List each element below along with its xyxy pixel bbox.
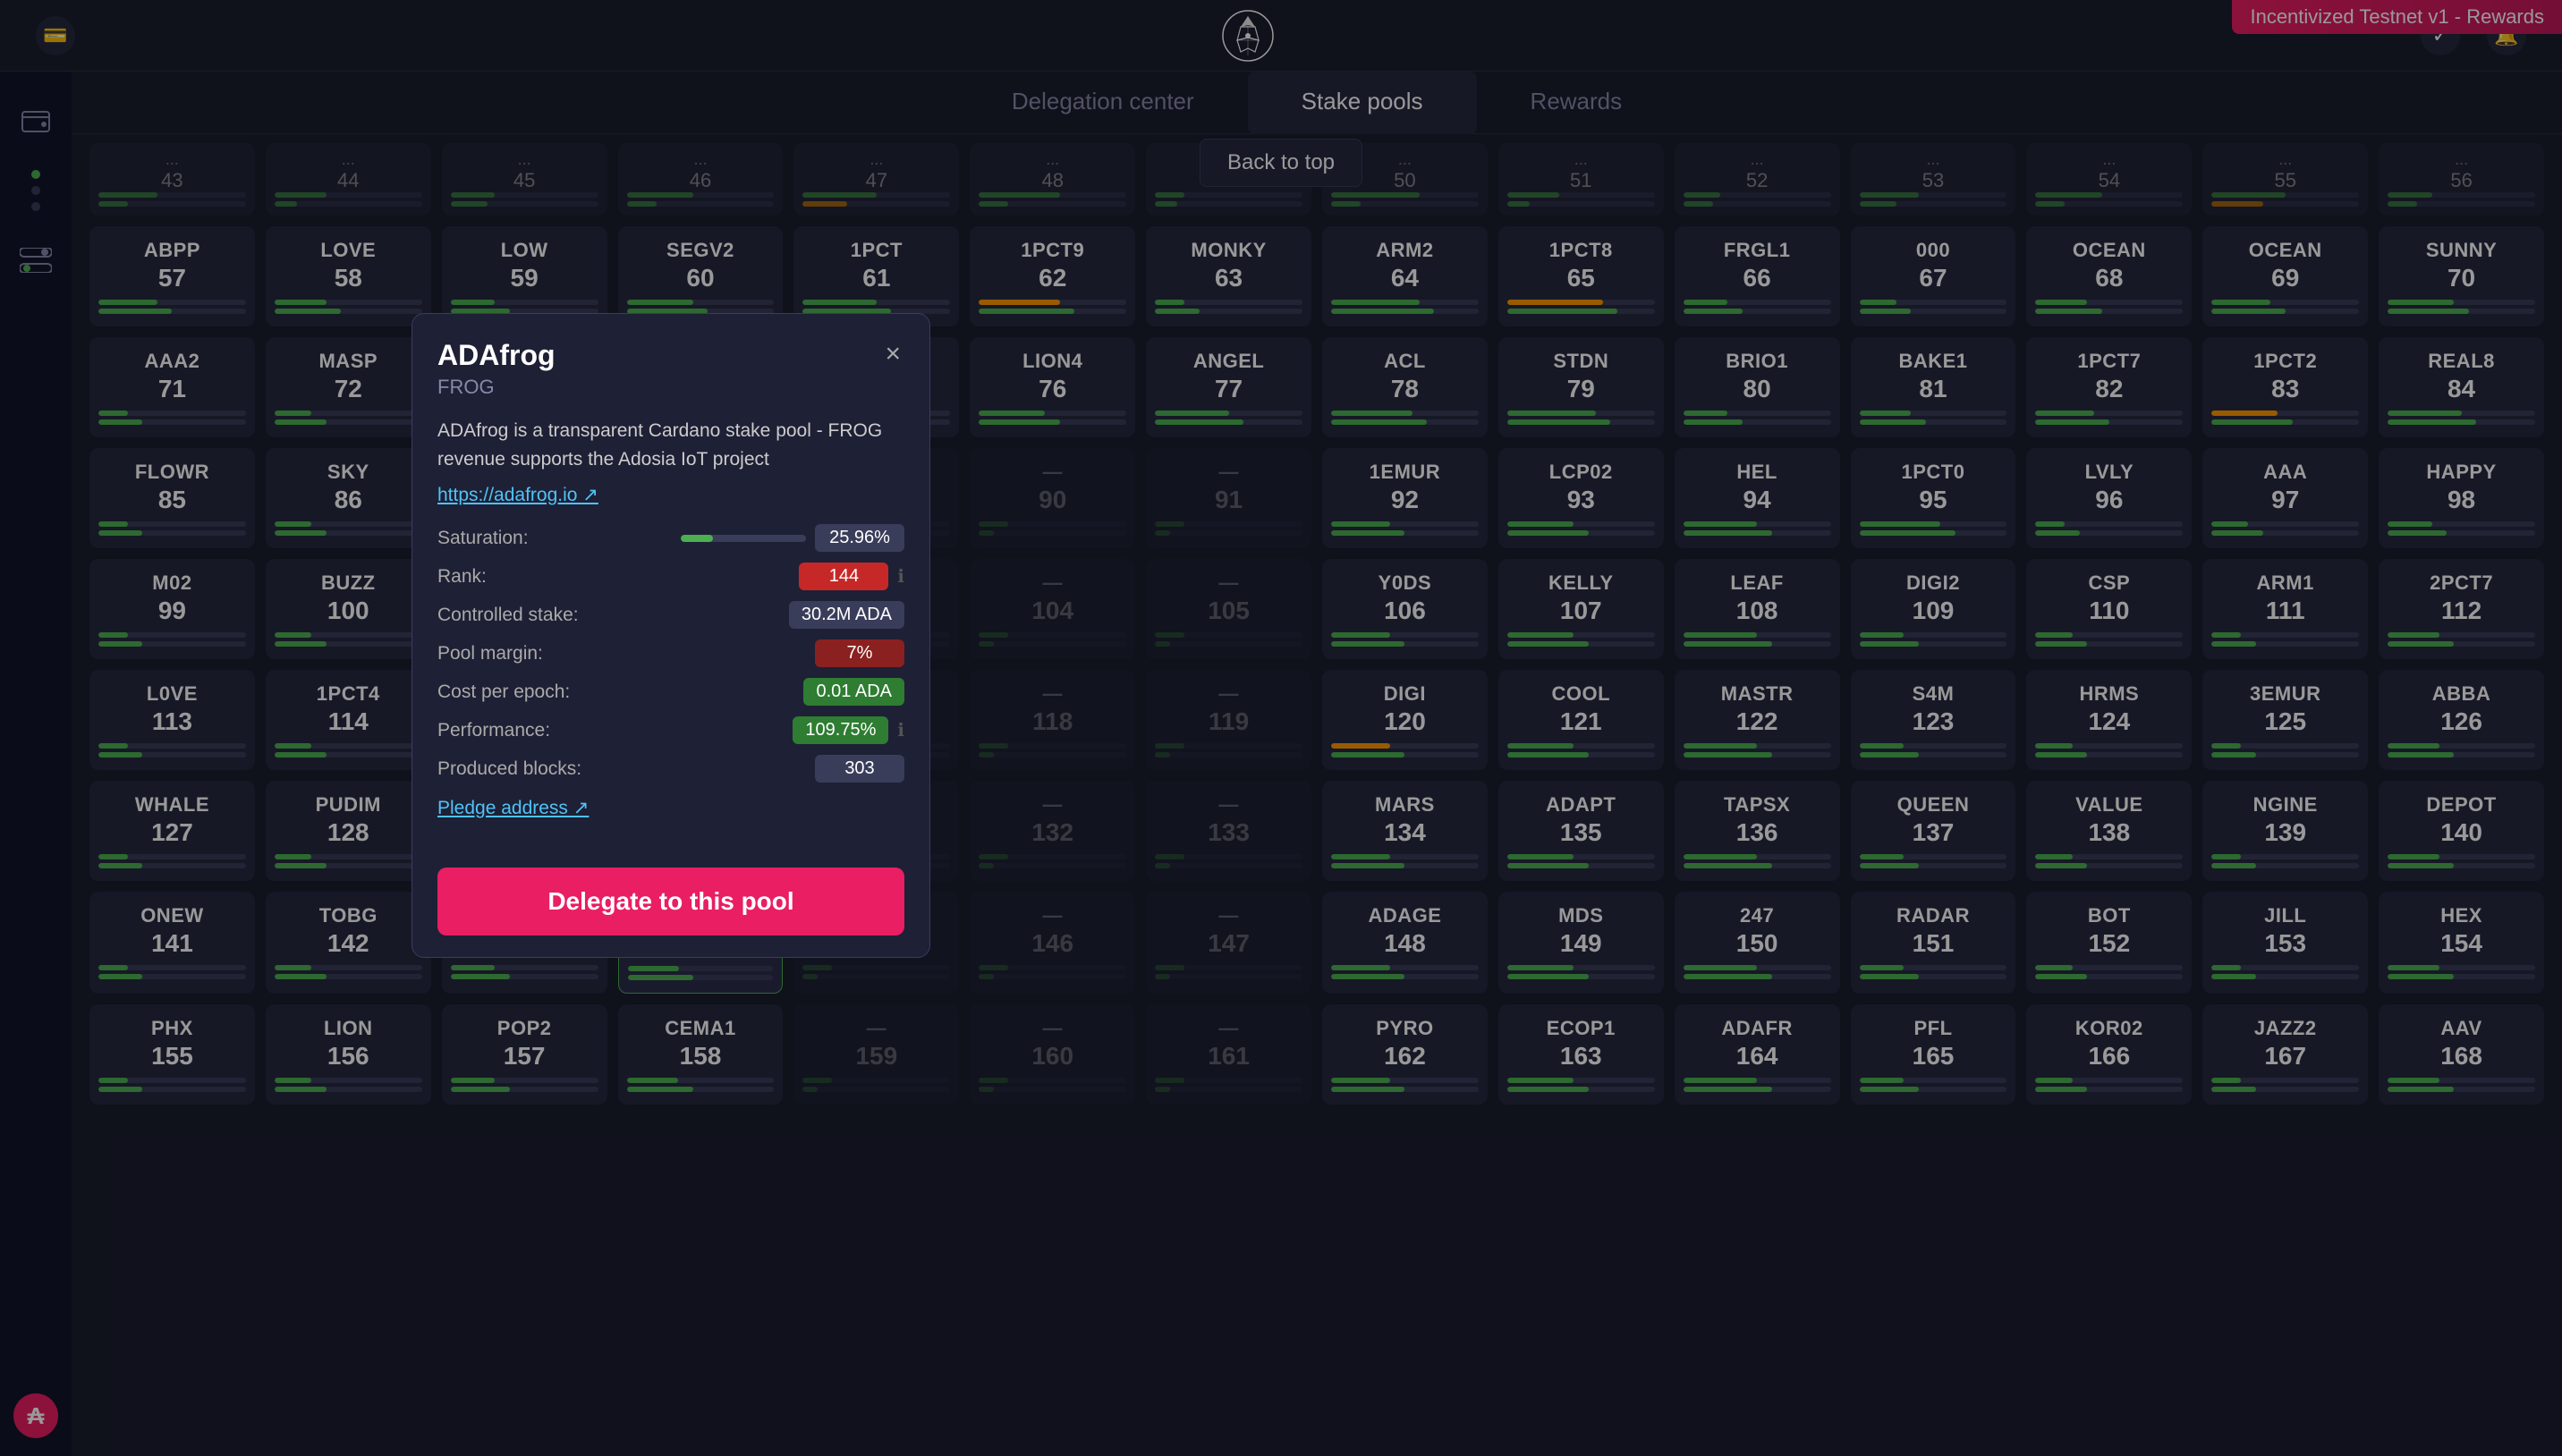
saturation-fill <box>681 535 713 542</box>
modal-body: ADAfrog is a transparent Cardano stake p… <box>412 408 929 855</box>
rank-info-icon: ℹ <box>897 565 904 588</box>
controlled-stake-label: Controlled stake: <box>437 605 789 626</box>
produced-blocks-value: 303 <box>815 755 904 783</box>
pool-modal: ADAfrog FROG × ADAfrog is a transparent … <box>411 313 930 958</box>
modal-overlay[interactable] <box>0 0 2562 1456</box>
pool-margin-value: 7% <box>815 639 904 667</box>
rank-value: 144 <box>799 563 888 590</box>
modal-link[interactable]: https://adafrog.io ↗ <box>437 484 904 506</box>
modal-subtitle: FROG <box>437 376 556 399</box>
modal-description: ADAfrog is a transparent Cardano stake p… <box>437 417 904 473</box>
modal-title: ADAfrog <box>437 339 556 372</box>
produced-blocks-value-container: 303 <box>815 755 904 783</box>
produced-blocks-label: Produced blocks: <box>437 758 815 780</box>
performance-value: 109.75% <box>793 716 888 744</box>
performance-info-icon: ℹ <box>897 719 904 741</box>
modal-title-block: ADAfrog FROG <box>437 339 556 399</box>
saturation-label: Saturation: <box>437 528 681 549</box>
performance-value-container: 109.75% ℹ <box>793 716 904 744</box>
cost-per-epoch-value-container: 0.01 ADA <box>803 678 904 706</box>
stat-produced-blocks: Produced blocks: 303 <box>437 755 904 783</box>
cost-per-epoch-label: Cost per epoch: <box>437 681 803 703</box>
pool-margin-label: Pool margin: <box>437 643 815 665</box>
stat-performance: Performance: 109.75% ℹ <box>437 716 904 744</box>
stat-rank: Rank: 144 ℹ <box>437 563 904 590</box>
stat-controlled-stake: Controlled stake: 30.2M ADA <box>437 601 904 629</box>
performance-label: Performance: <box>437 720 793 741</box>
controlled-stake-value: 30.2M ADA <box>789 601 904 629</box>
stat-saturation: Saturation: 25.96% <box>437 524 904 552</box>
stat-pool-margin: Pool margin: 7% <box>437 639 904 667</box>
modal-close-button[interactable]: × <box>881 339 904 369</box>
rank-value-container: 144 ℹ <box>799 563 904 590</box>
modal-header: ADAfrog FROG × <box>412 314 929 408</box>
saturation-value: 25.96% <box>815 524 904 552</box>
stat-cost-per-epoch: Cost per epoch: 0.01 ADA <box>437 678 904 706</box>
saturation-bar-container: 25.96% <box>681 524 904 552</box>
rank-label: Rank: <box>437 566 799 588</box>
modal-stats: Saturation: 25.96% Rank: 144 ℹ Controlle… <box>437 524 904 783</box>
controlled-stake-value-container: 30.2M ADA <box>789 601 904 629</box>
delegate-button[interactable]: Delegate to this pool <box>437 868 904 935</box>
pool-margin-value-container: 7% <box>815 639 904 667</box>
cost-per-epoch-value: 0.01 ADA <box>803 678 904 706</box>
pledge-address-link[interactable]: Pledge address ↗ <box>437 797 904 819</box>
saturation-progress-bar <box>681 535 806 542</box>
